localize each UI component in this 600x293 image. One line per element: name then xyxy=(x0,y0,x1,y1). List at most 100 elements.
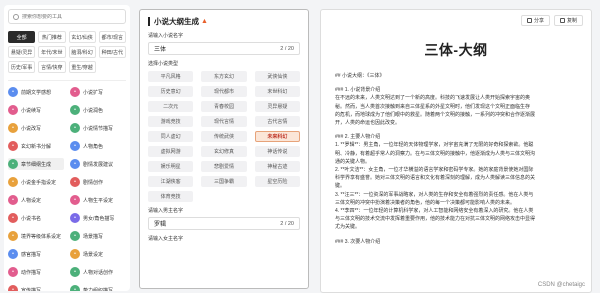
novel-type-option[interactable]: 游戏竞技 xyxy=(148,116,194,127)
tool-item[interactable]: • 宣传描写 xyxy=(8,284,64,291)
tool-item[interactable]: • 小说续写 xyxy=(8,104,64,116)
tool-label: 小说金手指设定 xyxy=(21,179,57,186)
share-button[interactable]: 分享 xyxy=(520,15,550,26)
novel-type-option[interactable]: 古代言情 xyxy=(254,116,300,127)
tool-item[interactable]: • 人物角色 xyxy=(70,140,126,152)
novel-type-option[interactable]: 二次元 xyxy=(148,101,194,112)
novel-type-option[interactable]: 武侠仙侠 xyxy=(254,71,300,82)
document-line: 三体文明的冲突中扮演着决策者的角色，他的每一个决策都可能影响人类的未来。 xyxy=(335,199,516,206)
novel-type-option[interactable]: 玄幻修真 xyxy=(201,146,247,157)
novel-type-option[interactable]: 同人虚幻 xyxy=(148,131,194,142)
outline-form: 小说大纲生成 ▲ 请输入小说名字 三体 2 / 20 选择小说类型 平凡风格 东方… xyxy=(139,9,309,289)
title-icon: • xyxy=(8,213,18,223)
category-tab[interactable]: 重生/穿越 xyxy=(68,61,96,73)
category-tab[interactable]: 言情/快穿 xyxy=(38,61,66,73)
novel-type-option[interactable]: 青春校园 xyxy=(201,101,247,112)
novel-type-option[interactable]: 未来科幻 xyxy=(254,131,300,142)
char-icon: • xyxy=(8,195,18,205)
tool-item[interactable]: • 小说扩写 xyxy=(70,86,126,98)
share-label: 分享 xyxy=(533,18,544,24)
category-tab[interactable]: 脑洞/科幻 xyxy=(68,46,96,58)
tool-label: 剧情创作 xyxy=(83,179,104,186)
tool-item[interactable]: • 感官描写 xyxy=(8,248,64,260)
novel-type-option[interactable]: 平凡风格 xyxy=(148,71,194,82)
document-line: 与三体文明的技术交流中发挥着重要作用，他的技术能力在对抗三体文明的网络攻击中显得 xyxy=(335,216,536,223)
novel-type-option[interactable]: 现代言情 xyxy=(201,116,247,127)
tool-item[interactable]: • 章节细纲生成 xyxy=(8,158,64,170)
novel-type-option[interactable]: 三国争霸 xyxy=(201,176,247,187)
tool-label: 小说润色 xyxy=(83,107,104,114)
novel-type-option[interactable]: 神话传说 xyxy=(254,146,300,157)
tool-item[interactable]: • 玄幻新书分解 xyxy=(8,140,64,152)
document-line: ## 小说大纲：《三体》 xyxy=(335,73,385,79)
novel-type-grid: 平凡风格 东方玄幻 武侠仙侠历史意幻 现代都市 末世科幻二次元 青春校园 灵异悬疑游戏竞技现… xyxy=(148,71,300,202)
tool-item[interactable]: • 人物设定 xyxy=(8,194,64,206)
novel-type-option[interactable]: 体育竞技 xyxy=(148,191,194,202)
tool-item[interactable]: • 男女/角色描写 xyxy=(70,212,126,224)
tool-item[interactable]: • 人物生平设定 xyxy=(70,194,126,206)
edit-icon: • xyxy=(8,123,18,133)
copy-label: 复制 xyxy=(566,18,577,24)
category-tab[interactable]: 热门推荐 xyxy=(38,31,66,43)
tool-item[interactable]: • 境界等级体系设定 xyxy=(8,230,64,242)
category-tab[interactable]: 年代/末世 xyxy=(38,46,66,58)
form-title-text: 小说大纲生成 xyxy=(154,17,199,26)
tool-item[interactable]: • 场景描写 xyxy=(70,230,126,242)
tool-item[interactable]: • 小说润色 xyxy=(70,104,126,116)
tool-label: 前期文学感想 xyxy=(21,89,52,96)
org-icon: • xyxy=(70,285,80,291)
category-tab[interactable]: 玄幻/仙侠 xyxy=(68,31,96,43)
category-tab[interactable]: 全部 xyxy=(8,31,36,43)
novel-type-option[interactable]: 神秘古迹 xyxy=(254,161,300,172)
watermark: CSDN @chetaigc xyxy=(537,282,585,288)
title-bar-decoration xyxy=(148,17,150,26)
tool-label: 人物生平设定 xyxy=(83,197,114,204)
share-icon xyxy=(526,18,532,23)
novel-type-option[interactable]: 娱乐明星 xyxy=(148,161,194,172)
novel-type-option[interactable]: 历史意幻 xyxy=(148,86,194,97)
promo-icon: • xyxy=(8,285,18,291)
novel-type-option[interactable]: 星空历险 xyxy=(254,176,300,187)
category-tab[interactable]: 种田/古代 xyxy=(98,46,126,58)
tool-item[interactable]: • 剧情创作 xyxy=(70,176,126,188)
novel-type-option[interactable]: 虚拟网游 xyxy=(148,146,194,157)
tool-item[interactable]: • 剧情发展建议 xyxy=(70,158,126,170)
tool-label: 感官描写 xyxy=(21,251,42,258)
novel-type-option[interactable]: 悲剧爱情 xyxy=(201,161,247,172)
tool-item[interactable]: • 势力组织描写 xyxy=(70,284,126,291)
book-icon: • xyxy=(8,141,18,151)
search-input[interactable] xyxy=(22,13,121,20)
tool-label: 玄幻新书分解 xyxy=(21,143,52,150)
novel-type-option[interactable]: 末世科幻 xyxy=(254,86,300,97)
copy-button[interactable]: 复制 xyxy=(553,15,583,26)
male-lead-input[interactable]: 罗辑 2 / 20 xyxy=(148,217,300,230)
tool-label: 境界等级体系设定 xyxy=(21,233,62,240)
tool-item[interactable]: • 小说改写 xyxy=(8,122,64,134)
novel-type-option[interactable]: 灵异悬疑 xyxy=(254,101,300,112)
scene-icon: • xyxy=(70,123,80,133)
copy-icon xyxy=(559,18,565,23)
outline-icon: • xyxy=(8,159,18,169)
tool-item[interactable]: • 人物对话创作 xyxy=(70,266,126,278)
tool-item[interactable]: • 小说书名 xyxy=(8,212,64,224)
category-tab[interactable]: 悬疑/灵异 xyxy=(8,46,36,58)
novel-type-option[interactable]: 现代都市 xyxy=(201,86,247,97)
category-tab[interactable]: 历史/军事 xyxy=(8,61,36,73)
tool-item[interactable]: • 动作描写 xyxy=(8,266,64,278)
search-box[interactable] xyxy=(8,9,126,24)
novel-type-option[interactable]: 传统武侠 xyxy=(201,131,247,142)
tool-item[interactable]: • 场景设定 xyxy=(70,248,126,260)
document-line: 4. **李四**：一位年轻的计算机科学家，对人工智能和网络安全有着深入的研究。… xyxy=(335,208,534,215)
life-icon: • xyxy=(70,195,80,205)
category-tab[interactable]: 都市/现言 xyxy=(98,31,126,43)
tool-item[interactable]: • 小说金手指设定 xyxy=(8,176,64,188)
tool-item[interactable]: • 小说情节描写 xyxy=(70,122,126,134)
divider xyxy=(8,80,126,81)
tool-item[interactable]: • 前期文学感想 xyxy=(8,86,64,98)
tool-label: 小说情节描写 xyxy=(83,125,114,132)
novel-type-option[interactable]: 江湖侠客 xyxy=(148,176,194,187)
novel-name-input[interactable]: 三体 2 / 20 xyxy=(148,42,300,55)
document-line: ### 3. 次要人物介绍 xyxy=(335,238,381,245)
novel-type-option[interactable]: 东方玄幻 xyxy=(201,71,247,82)
tool-label: 势力组织描写 xyxy=(83,287,114,292)
